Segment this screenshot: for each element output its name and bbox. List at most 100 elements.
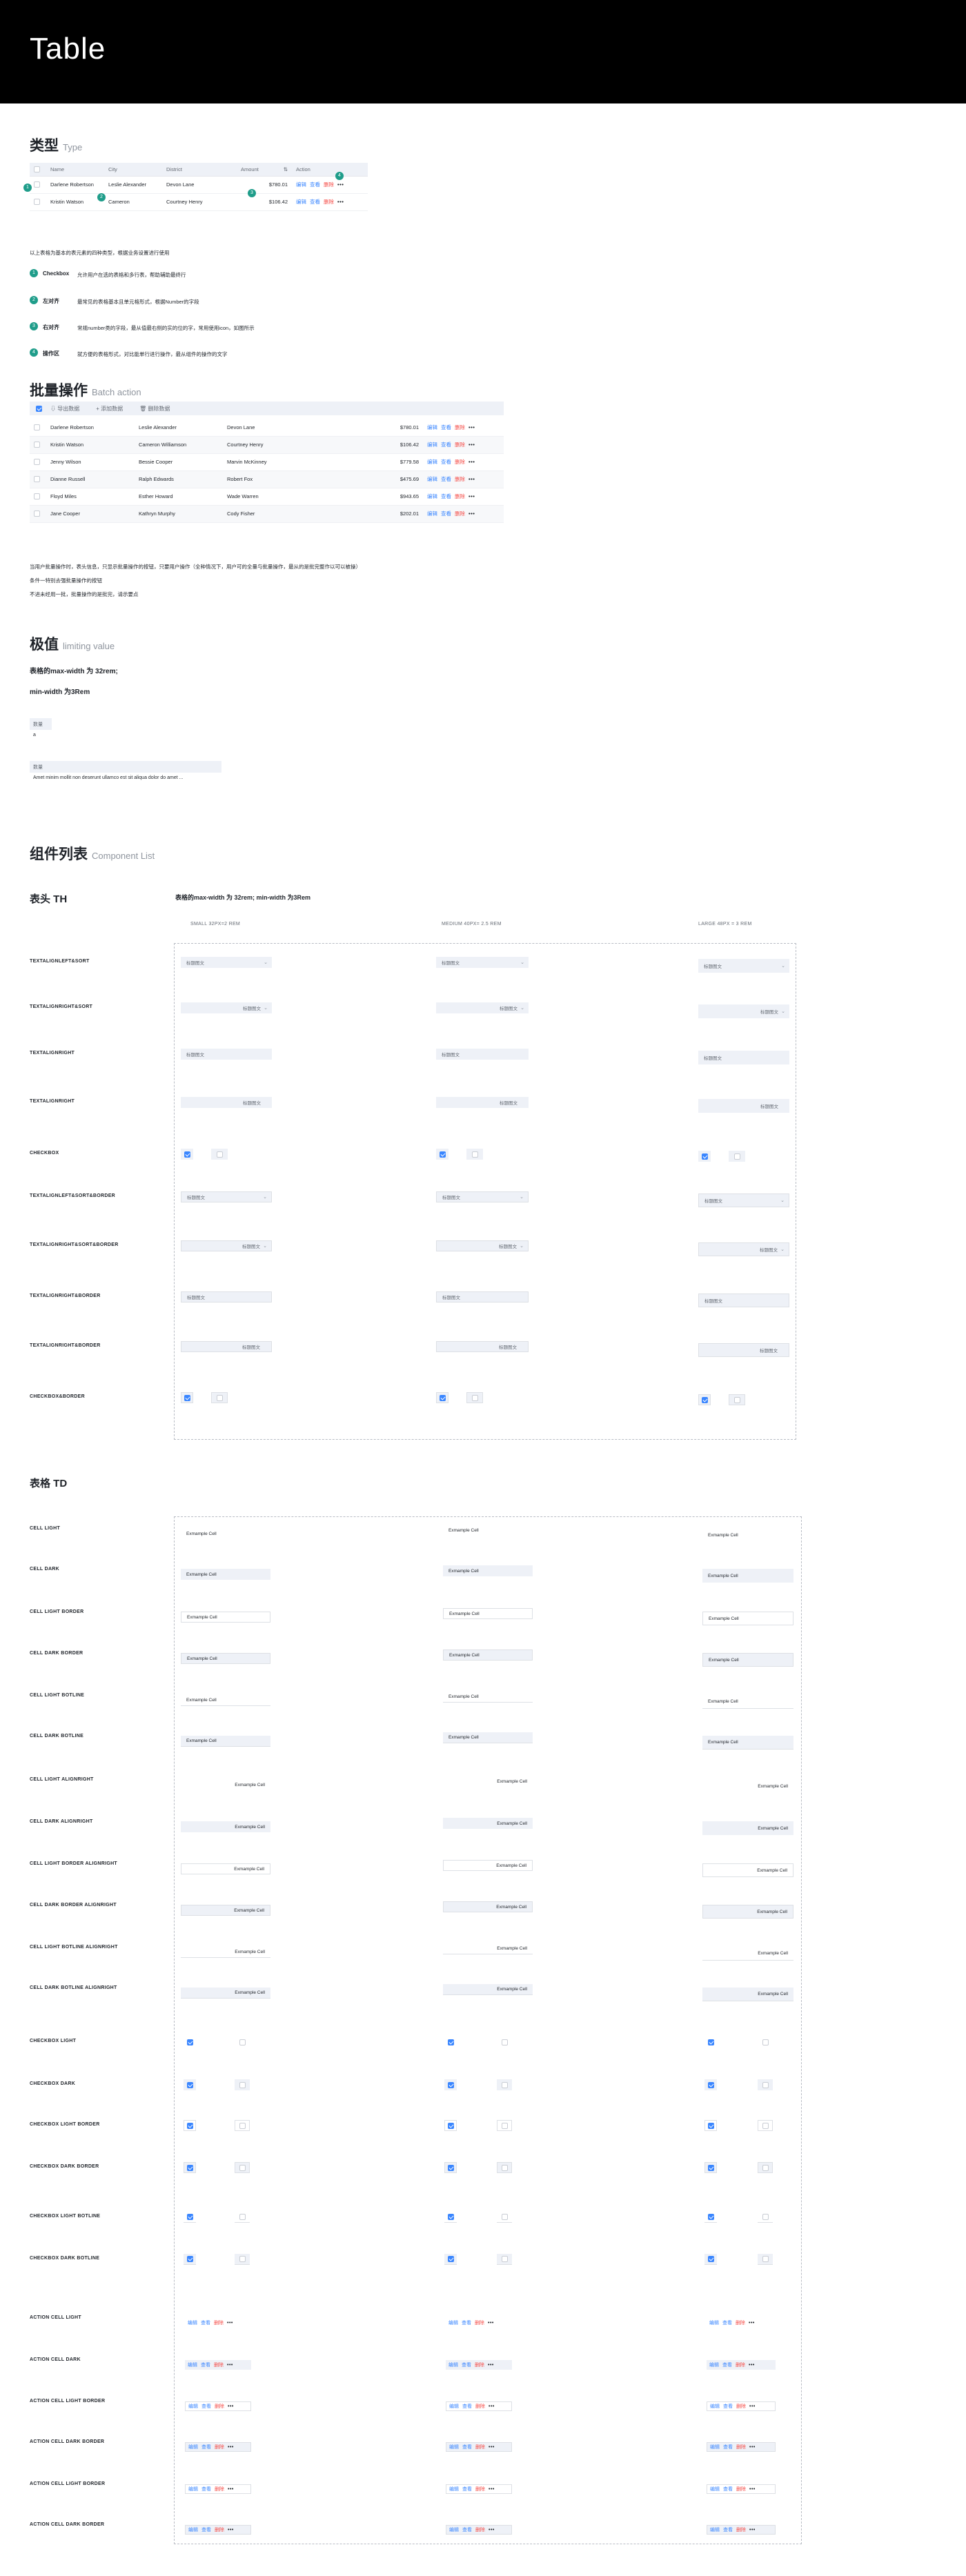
checkbox[interactable]: [762, 2039, 769, 2045]
edit-link[interactable]: 编辑: [710, 2526, 720, 2533]
checkbox[interactable]: [34, 181, 40, 188]
more-icon[interactable]: •••: [489, 2404, 495, 2409]
checkbox-cell[interactable]: [497, 2079, 512, 2090]
delete-link[interactable]: 删除: [455, 424, 465, 430]
th-cell[interactable]: 标题图文: [698, 1343, 789, 1357]
delete-button[interactable]: 🗑 删除数据: [139, 405, 178, 413]
sort-icon[interactable]: ⌄: [264, 960, 268, 965]
sort-icon[interactable]: ⌄: [780, 1247, 785, 1252]
table-row[interactable]: Jenny Wilson Bessie Cooper Marvin McKinney…: [30, 453, 504, 471]
checkbox[interactable]: [707, 2164, 714, 2171]
checkbox[interactable]: [471, 1394, 478, 1401]
row-select-cell[interactable]: [30, 436, 46, 454]
checkbox[interactable]: [501, 2214, 508, 2220]
th-cell[interactable]: 标题图文: [181, 1341, 272, 1352]
th-cell[interactable]: 标题图文 ⌄: [698, 1004, 789, 1018]
row-select-cell[interactable]: [30, 505, 46, 523]
more-icon[interactable]: •••: [228, 2445, 234, 2450]
more-icon[interactable]: •••: [228, 2487, 234, 2492]
checkbox[interactable]: [447, 2214, 454, 2220]
table-row[interactable]: Darlene Robertson Leslie Alexander Devon…: [30, 176, 368, 194]
delete-link[interactable]: 删除: [736, 2403, 746, 2410]
checkbox[interactable]: [439, 1151, 446, 1158]
delete-link[interactable]: 删除: [215, 2403, 224, 2410]
edit-link[interactable]: 编辑: [710, 2444, 720, 2450]
delete-link[interactable]: 删除: [324, 199, 334, 205]
export-button[interactable]: ⇩ 导出数据: [50, 405, 88, 413]
more-icon[interactable]: •••: [469, 442, 475, 448]
view-link[interactable]: 查看: [201, 2526, 211, 2533]
more-icon[interactable]: •••: [749, 2487, 756, 2492]
select-all-cell[interactable]: [30, 163, 46, 177]
checkbox[interactable]: [762, 2164, 769, 2171]
checkbox-cell[interactable]: [704, 2037, 717, 2048]
checkbox-cell[interactable]: [497, 2254, 512, 2265]
checkbox[interactable]: [216, 1394, 223, 1401]
table-row[interactable]: Jane Cooper Kathryn Murphy Cody Fisher $202…: [30, 505, 504, 523]
checkbox[interactable]: [707, 2081, 714, 2088]
th-cell[interactable]: 标题图文: [698, 1099, 789, 1113]
checkbox-cell[interactable]: [444, 2212, 457, 2223]
sort-icon[interactable]: ⌄: [263, 1194, 267, 1200]
delete-link[interactable]: 删除: [736, 2361, 745, 2368]
checkbox[interactable]: [501, 2039, 508, 2045]
table-row[interactable]: Dianne Russell Ralph Edwards Robert Fox $47…: [30, 470, 504, 488]
checkbox[interactable]: [186, 2081, 193, 2088]
checkbox-cell[interactable]: [758, 2254, 773, 2265]
checkbox[interactable]: [34, 199, 40, 206]
delete-link[interactable]: 删除: [215, 2486, 224, 2493]
view-link[interactable]: 查看: [723, 2486, 733, 2493]
view-link[interactable]: 查看: [441, 424, 451, 430]
more-icon[interactable]: •••: [749, 2528, 756, 2533]
column-header[interactable]: District: [162, 163, 237, 177]
delete-link[interactable]: 删除: [455, 442, 465, 448]
th-checkbox-cell[interactable]: [211, 1149, 228, 1160]
edit-link[interactable]: 编辑: [427, 442, 437, 448]
edit-link[interactable]: 编辑: [188, 2444, 198, 2450]
table-row[interactable]: Kristin Watson Cameron Williamson Courtney…: [30, 436, 504, 454]
edit-link[interactable]: 编辑: [709, 2361, 719, 2368]
row-select-cell[interactable]: [30, 176, 46, 194]
column-header[interactable]: City: [104, 163, 162, 177]
sort-icon[interactable]: ⌄: [520, 960, 524, 965]
more-icon[interactable]: •••: [489, 2487, 495, 2492]
edit-link[interactable]: 编辑: [188, 2486, 198, 2493]
th-cell[interactable]: 标题图文 ⌄: [436, 1191, 529, 1202]
column-header[interactable]: Name: [46, 163, 104, 177]
edit-link[interactable]: 编辑: [449, 2486, 459, 2493]
more-icon[interactable]: •••: [228, 2404, 234, 2409]
checkbox-cell[interactable]: [444, 2120, 457, 2131]
checkbox[interactable]: [733, 1396, 740, 1403]
checkbox-cell[interactable]: [184, 2079, 196, 2090]
more-icon[interactable]: •••: [488, 2363, 494, 2368]
delete-link[interactable]: 删除: [455, 459, 465, 465]
more-icon[interactable]: •••: [489, 2528, 495, 2533]
edit-link[interactable]: 编辑: [427, 511, 437, 517]
th-checkbox-cell[interactable]: [729, 1394, 745, 1405]
checkbox[interactable]: [707, 2256, 714, 2262]
checkbox-cell[interactable]: [497, 2162, 512, 2173]
sort-icon[interactable]: ⌄: [781, 963, 785, 969]
th-checkbox-cell[interactable]: [466, 1392, 483, 1403]
view-link[interactable]: 查看: [201, 2319, 210, 2326]
more-icon[interactable]: •••: [749, 2404, 756, 2409]
checkbox[interactable]: [447, 2081, 454, 2088]
checkbox[interactable]: [447, 2164, 454, 2171]
sort-icon[interactable]: ⌄: [780, 1198, 785, 1203]
checkbox[interactable]: [239, 2039, 246, 2045]
delete-link[interactable]: 删除: [455, 493, 465, 499]
checkbox[interactable]: [701, 1396, 708, 1403]
delete-link[interactable]: 删除: [736, 2486, 746, 2493]
edit-link[interactable]: 编辑: [449, 2526, 459, 2533]
checkbox[interactable]: [34, 493, 40, 500]
th-cell[interactable]: 标题图文 ⌄: [436, 1240, 529, 1251]
checkbox-cell[interactable]: [497, 2120, 512, 2131]
th-cell[interactable]: 标题图文 ⌄: [181, 1191, 272, 1202]
delete-link[interactable]: 删除: [455, 511, 465, 517]
checkbox-cell[interactable]: [184, 2254, 196, 2265]
more-icon[interactable]: •••: [469, 476, 475, 482]
checkbox-cell[interactable]: [184, 2037, 196, 2048]
th-checkbox-cell[interactable]: [698, 1394, 711, 1405]
more-icon[interactable]: •••: [469, 424, 475, 430]
checkbox[interactable]: [239, 2081, 246, 2088]
